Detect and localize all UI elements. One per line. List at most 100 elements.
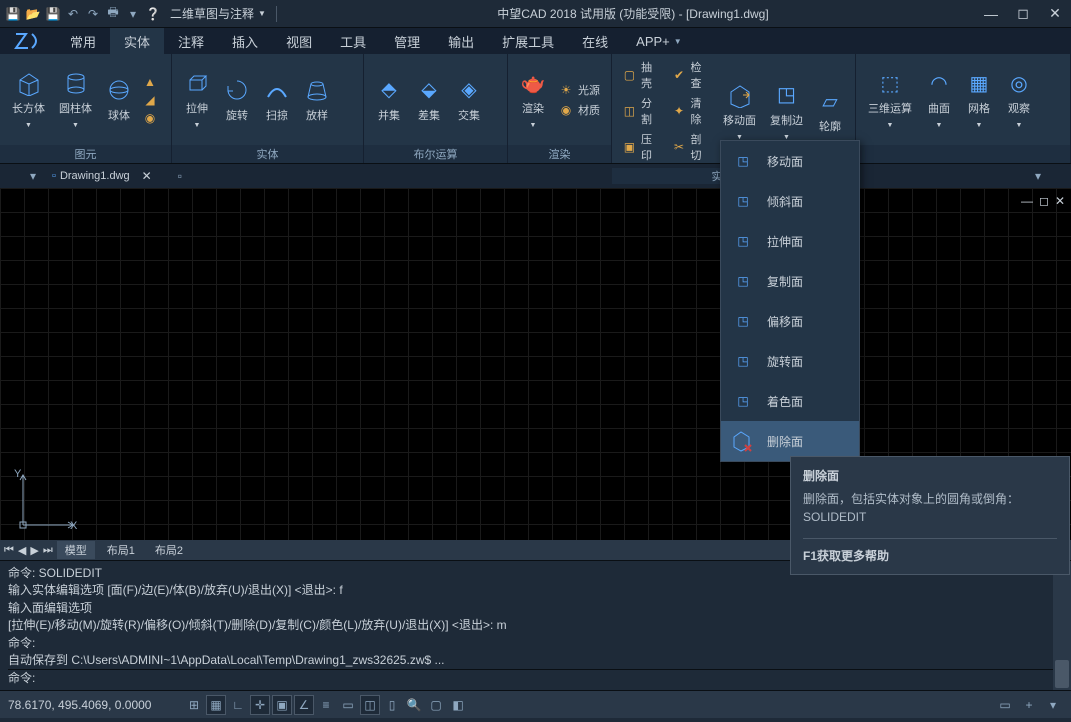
clean-button[interactable]: ✦清除 bbox=[670, 94, 714, 128]
doc-minimize-icon[interactable]: — bbox=[1021, 194, 1033, 208]
close-button[interactable]: ✕ bbox=[1043, 5, 1067, 23]
minimize-button[interactable]: — bbox=[979, 5, 1003, 23]
tab-output[interactable]: 输出 bbox=[434, 28, 488, 54]
tooltip-title: 删除面 bbox=[803, 467, 1057, 484]
ucs-icon bbox=[18, 470, 78, 530]
tab-view[interactable]: 视图 bbox=[272, 28, 326, 54]
pin-icon[interactable]: ▾ bbox=[30, 169, 36, 183]
light-button[interactable]: ☀光源 bbox=[556, 81, 602, 99]
tab-model[interactable]: 模型 bbox=[57, 541, 95, 559]
material-button[interactable]: ◉材质 bbox=[556, 101, 602, 119]
save-icon[interactable]: 💾 bbox=[4, 5, 22, 23]
model-toggle[interactable]: ▯ bbox=[382, 695, 402, 715]
polar-toggle[interactable]: ✛ bbox=[250, 695, 270, 715]
lwt-toggle[interactable]: ≡ bbox=[316, 695, 336, 715]
new-tab-icon[interactable]: ▫ bbox=[178, 169, 182, 183]
dd-moveface[interactable]: ◳移动面 bbox=[721, 141, 859, 181]
dd-copyface[interactable]: ◳复制面 bbox=[721, 261, 859, 301]
extrude-button[interactable]: 拉伸▼ bbox=[180, 68, 214, 131]
osnap-toggle[interactable]: ▣ bbox=[272, 695, 292, 715]
dd-offsetface[interactable]: ◳偏移面 bbox=[721, 301, 859, 341]
otrack-toggle[interactable]: ∠ bbox=[294, 695, 314, 715]
split-button[interactable]: ◫分割 bbox=[620, 94, 664, 128]
tab-layout2[interactable]: 布局2 bbox=[147, 541, 191, 559]
snap-toggle[interactable]: ⊞ bbox=[184, 695, 204, 715]
tab-manage[interactable]: 管理 bbox=[380, 28, 434, 54]
render-button[interactable]: 🫖渲染▼ bbox=[516, 68, 550, 131]
tab-solid[interactable]: 实体 bbox=[110, 28, 164, 54]
section-button[interactable]: ✂剖切 bbox=[670, 130, 714, 164]
x-axis-label: X bbox=[70, 520, 77, 532]
box-button[interactable]: 长方体▼ bbox=[8, 68, 49, 131]
cmd-prompt[interactable]: 命令: bbox=[8, 669, 1063, 687]
tab-insert[interactable]: 插入 bbox=[218, 28, 272, 54]
cylinder-button[interactable]: 圆柱体▼ bbox=[55, 68, 96, 131]
copyedge-button[interactable]: ◳复制边▼ bbox=[766, 80, 807, 143]
help-icon[interactable]: ❔ bbox=[144, 5, 162, 23]
tab-common[interactable]: 常用 bbox=[56, 28, 110, 54]
grid-toggle[interactable]: ▦ bbox=[206, 695, 226, 715]
misc2-toggle[interactable]: ◧ bbox=[448, 695, 468, 715]
tab-tools[interactable]: 工具 bbox=[326, 28, 380, 54]
status-extra2[interactable]: + bbox=[1019, 695, 1039, 715]
polysolid-icon[interactable]: ◢ bbox=[142, 92, 158, 108]
revolve-button[interactable]: 旋转 bbox=[220, 75, 254, 125]
intersect-button[interactable]: ◈交集 bbox=[452, 75, 486, 125]
tab-app[interactable]: APP+▼ bbox=[622, 28, 696, 54]
ribbon-tabs: 常用 实体 注释 插入 视图 工具 管理 输出 扩展工具 在线 APP+▼ bbox=[0, 28, 1071, 54]
cmd-line: 输入面编辑选项 bbox=[8, 600, 1063, 617]
dd-extrudeface[interactable]: ◳拉伸面 bbox=[721, 221, 859, 261]
check-button[interactable]: ✔检查 bbox=[670, 58, 714, 92]
pyramid-icon[interactable]: ▲ bbox=[142, 74, 158, 90]
command-window[interactable]: 命令: SOLIDEDIT 输入实体编辑选项 [面(F)/边(E)/体(B)/放… bbox=[0, 560, 1071, 690]
observe-button[interactable]: ◎观察▼ bbox=[1002, 68, 1036, 131]
misc-icon[interactable]: ◉ bbox=[142, 110, 158, 126]
tab-last-icon[interactable]: ⏭ bbox=[43, 544, 53, 557]
dd-taperface[interactable]: ◳倾斜面 bbox=[721, 181, 859, 221]
ortho-toggle[interactable]: ∟ bbox=[228, 695, 248, 715]
cycle-toggle[interactable]: ◫ bbox=[360, 695, 380, 715]
doc-tab-drawing1[interactable]: ▫ Drawing1.dwg ✕ bbox=[42, 166, 162, 186]
status-extra1[interactable]: ▭ bbox=[995, 695, 1015, 715]
doc-close-icon[interactable]: ✕ bbox=[1055, 194, 1065, 208]
3dops-button[interactable]: ⬚三维运算▼ bbox=[864, 68, 916, 131]
tab-next-icon[interactable]: ▶ bbox=[30, 544, 38, 557]
imprint-button[interactable]: ▣压印 bbox=[620, 130, 664, 164]
sphere-button[interactable]: 球体 bbox=[102, 75, 136, 125]
dyn-toggle[interactable]: ▭ bbox=[338, 695, 358, 715]
redo-icon[interactable]: ↷ bbox=[84, 5, 102, 23]
dd-deleteface[interactable]: 删除面 bbox=[721, 421, 859, 461]
dd-colorface[interactable]: ◳着色面 bbox=[721, 381, 859, 421]
app-logo[interactable] bbox=[0, 28, 56, 54]
mesh-button[interactable]: ▦网格▼ bbox=[962, 68, 996, 131]
doc-restore-icon[interactable]: ◻ bbox=[1039, 194, 1049, 208]
tab-first-icon[interactable]: ⏮ bbox=[4, 544, 14, 557]
scrollbar[interactable] bbox=[1053, 561, 1071, 690]
save-as-icon[interactable]: 💾 bbox=[44, 5, 62, 23]
tab-layout1[interactable]: 布局1 bbox=[99, 541, 143, 559]
tab-ext[interactable]: 扩展工具 bbox=[488, 28, 568, 54]
tab-online[interactable]: 在线 bbox=[568, 28, 622, 54]
silhouette-button[interactable]: ▱轮廓 bbox=[813, 86, 847, 136]
print-icon[interactable]: 🖶 bbox=[104, 5, 122, 23]
doc-dropdown-icon[interactable]: ▾ bbox=[1035, 169, 1041, 183]
loft-button[interactable]: 放样 bbox=[300, 75, 334, 125]
subtract-button[interactable]: ⬙差集 bbox=[412, 75, 446, 125]
close-tab-icon[interactable]: ✕ bbox=[142, 169, 152, 183]
sweep-button[interactable]: 扫掠 bbox=[260, 75, 294, 125]
moveface-button[interactable]: 移动面▼ bbox=[719, 80, 760, 143]
shell-button[interactable]: ▢抽壳 bbox=[620, 58, 664, 92]
more-icon[interactable]: ▾ bbox=[124, 5, 142, 23]
union-button[interactable]: ⬘并集 bbox=[372, 75, 406, 125]
maximize-button[interactable]: ◻ bbox=[1011, 5, 1035, 23]
tab-annotate[interactable]: 注释 bbox=[164, 28, 218, 54]
tab-prev-icon[interactable]: ◀ bbox=[18, 544, 26, 557]
misc-toggle[interactable]: ▢ bbox=[426, 695, 446, 715]
magnifier-toggle[interactable]: 🔍 bbox=[404, 695, 424, 715]
undo-icon[interactable]: ↶ bbox=[64, 5, 82, 23]
surface-button[interactable]: ◠曲面▼ bbox=[922, 68, 956, 131]
workspace-dropdown[interactable]: 二维草图与注释 ▼ bbox=[170, 5, 266, 22]
open-icon[interactable]: 📂 bbox=[24, 5, 42, 23]
status-extra3[interactable]: ▾ bbox=[1043, 695, 1063, 715]
dd-rotateface[interactable]: ◳旋转面 bbox=[721, 341, 859, 381]
